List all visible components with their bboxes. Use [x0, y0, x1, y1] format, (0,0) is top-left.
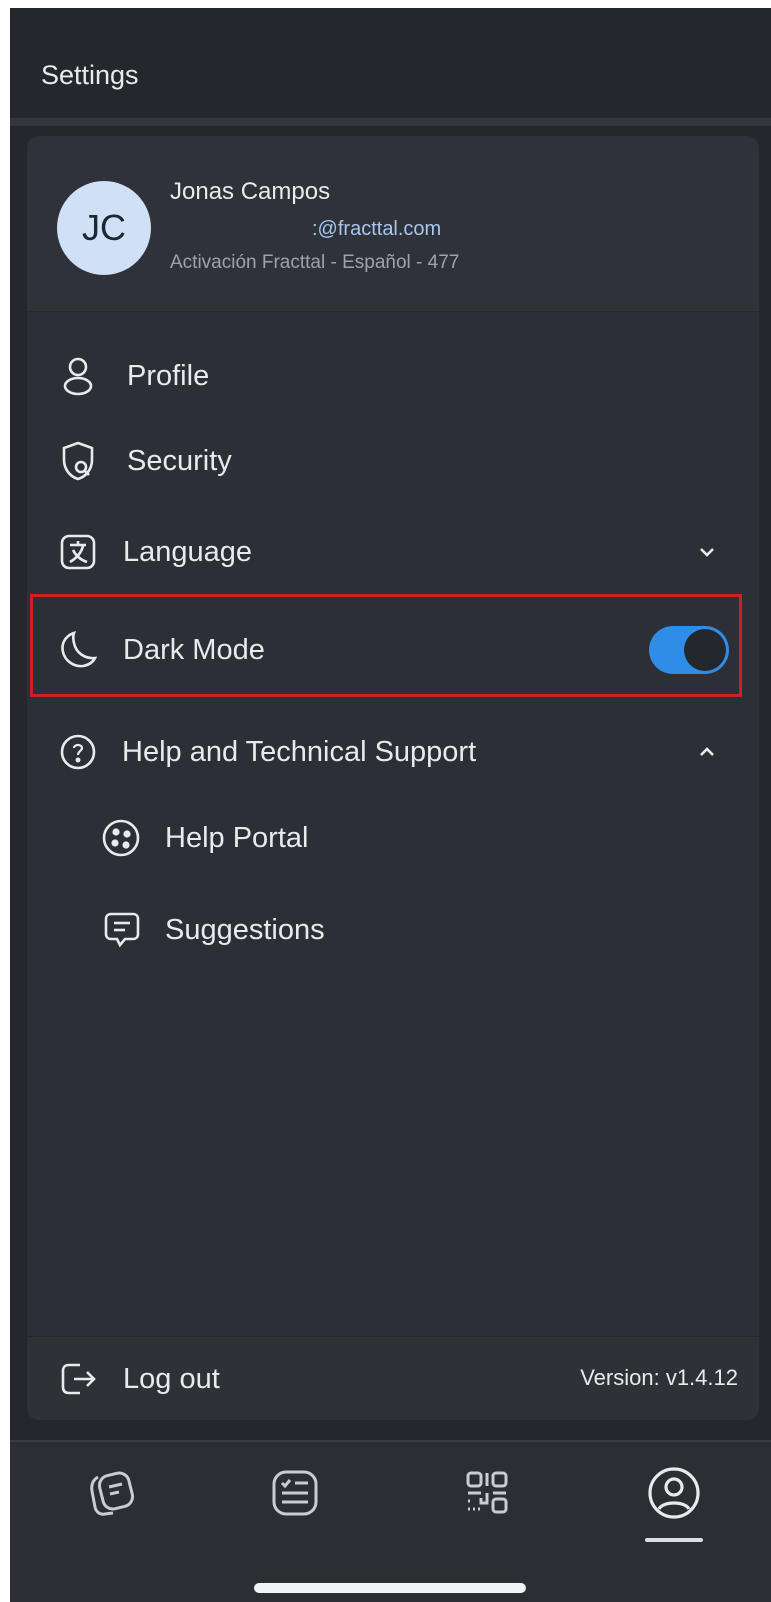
- bottom-navigation: [10, 1440, 771, 1602]
- header-divider: [10, 118, 771, 126]
- home-indicator: [254, 1583, 526, 1593]
- logout-label: Log out: [123, 1362, 220, 1395]
- account-icon: [645, 1464, 703, 1527]
- card-footer: Log out Version: v1.4.12: [27, 1336, 759, 1420]
- menu-item-security[interactable]: Security: [27, 421, 759, 501]
- nav-account[interactable]: [639, 1460, 709, 1530]
- logout-icon: [57, 1358, 99, 1400]
- qr-code-icon: [459, 1465, 515, 1526]
- submenu-label-help-portal: Help Portal: [165, 821, 309, 854]
- user-info: JC Jonas Campos :@fracttal.com Activació…: [27, 136, 759, 312]
- menu-item-profile[interactable]: Profile: [27, 336, 759, 416]
- menu-label-help: Help and Technical Support: [122, 735, 477, 768]
- logout-button[interactable]: Log out: [27, 1339, 357, 1419]
- nav-qr-scanner[interactable]: [452, 1460, 522, 1530]
- menu-item-suggestions[interactable]: Suggestions: [27, 890, 759, 970]
- submenu-label-suggestions: Suggestions: [165, 913, 325, 946]
- version-label: Version: v1.4.12: [580, 1365, 738, 1390]
- menu-label-language: Language: [123, 535, 253, 568]
- user-name: Jonas Campos: [170, 178, 331, 205]
- user-icon: [57, 355, 99, 397]
- chat-icon: [101, 909, 143, 951]
- page-title: Settings: [41, 60, 139, 90]
- menu-item-help-portal[interactable]: Help Portal: [27, 798, 759, 878]
- app-header: Settings: [10, 8, 771, 120]
- nav-notes[interactable]: [76, 1460, 146, 1530]
- user-email: :@fracttal.com: [312, 218, 442, 240]
- settings-card: JC Jonas Campos :@fracttal.com Activació…: [27, 136, 759, 1420]
- menu-label-security: Security: [127, 444, 232, 477]
- translate-icon: [57, 531, 99, 573]
- settings-screen: Settings JC Jonas Campos :@fracttal.com …: [10, 8, 771, 1602]
- notes-icon: [83, 1465, 139, 1526]
- user-company: Activación Fracttal - Español - 477: [170, 252, 460, 273]
- menu-item-help[interactable]: Help and Technical Support: [27, 712, 759, 792]
- menu-label-profile: Profile: [127, 359, 210, 392]
- dark-mode-highlight: [30, 594, 742, 697]
- chevron-up-icon[interactable]: [695, 740, 719, 764]
- active-nav-indicator: [645, 1538, 703, 1542]
- avatar: JC: [57, 181, 151, 275]
- nav-tasks[interactable]: [260, 1460, 330, 1530]
- help-circle-icon: [57, 731, 99, 773]
- shield-icon: [57, 440, 99, 482]
- checklist-icon: [267, 1465, 323, 1526]
- help-portal-icon: [100, 817, 142, 859]
- menu-item-language[interactable]: Language: [27, 512, 759, 592]
- chevron-down-icon[interactable]: [695, 540, 719, 564]
